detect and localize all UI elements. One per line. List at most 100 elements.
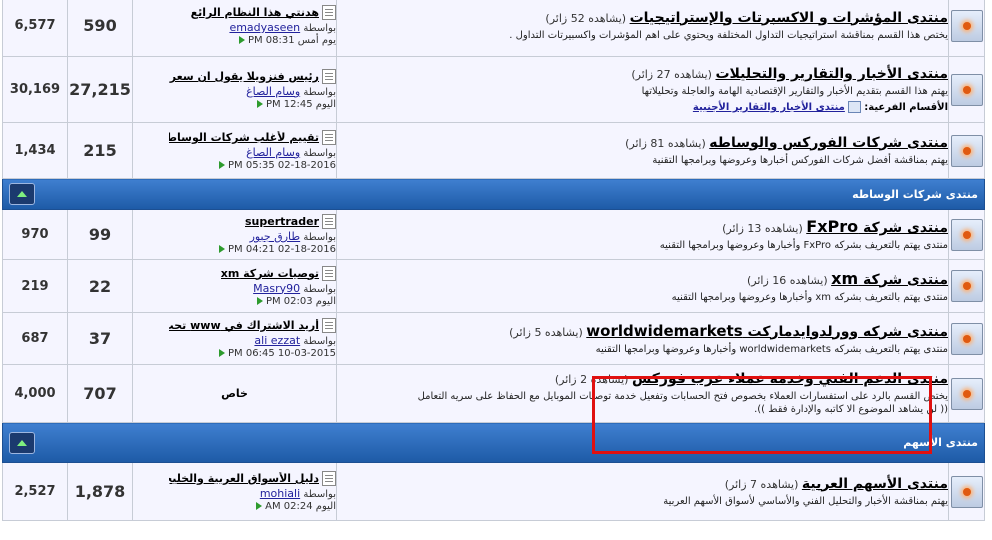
forum-title-brand: worldwidemarkets (586, 321, 743, 340)
category-title[interactable]: منتدى الأسهم (903, 436, 978, 449)
forum-status-cell (948, 312, 985, 365)
threads-count: 27,215 (67, 56, 133, 123)
forum-title-link[interactable]: منتدى المؤشرات و الاكسبرتات والإستراتيجي… (630, 10, 948, 26)
forum-new-posts-icon (950, 134, 983, 167)
forum-new-posts-icon (950, 270, 983, 302)
forum-info-cell: منتدى الأخبار والتقارير والتحليلات (يشاه… (336, 56, 949, 123)
forum-row: 687 37 أريد الاشتراك في www تحت... بواسط… (2, 312, 985, 365)
threads-count: 707 (67, 364, 133, 423)
go-to-last-post-icon[interactable] (256, 502, 263, 510)
posts-count: 970 (2, 209, 68, 260)
last-post-cell: دليل الأسواق العربية والخليجية بواسطة mo… (132, 462, 337, 521)
go-to-last-post-icon[interactable] (256, 296, 263, 305)
last-post-title-link[interactable]: توصيات شركة xm (221, 267, 319, 280)
last-post-title-link[interactable]: هدنتي هذا النظام الرائع (191, 6, 319, 19)
last-post-user-link[interactable]: وسام الصاغ (246, 146, 300, 159)
viewing-count: (يشاهده 2 زائر) (554, 373, 629, 386)
forum-row: 6,577 590 هدنتي هذا النظام الرائع بواسطة… (2, 0, 985, 57)
last-post-time: اليوم AM 02:24 (265, 501, 336, 512)
forum-title-link[interactable]: منتدى الأخبار والتقارير والتحليلات (715, 66, 948, 82)
forum-row: 970 99 supertrader بواسطة طارق جبور 02-1… (2, 209, 985, 260)
thread-icon (322, 265, 336, 281)
by-label: بواسطة (303, 283, 336, 295)
posts-count: 4,000 (2, 364, 68, 423)
forum-row: 30,169 27,215 رئيس فنزويلا يقول ان سعر..… (2, 56, 985, 123)
last-post-user-link[interactable]: emadyaseen (229, 21, 300, 34)
last-post-time: 10-03-2015 PM 06:45 (228, 348, 336, 359)
last-post-title-link[interactable]: رئيس فنزويلا يقول ان سعر... (169, 70, 319, 83)
subforum-icon (848, 101, 862, 113)
last-post-user-link[interactable]: Masry90 (253, 282, 300, 295)
last-post-time: اليوم PM 02:03 (265, 295, 336, 307)
by-label: بواسطة (303, 489, 336, 500)
forum-title-link[interactable]: منتدى شركة xm (831, 268, 948, 288)
forum-new-posts-icon (950, 322, 983, 355)
forum-info-cell: منتدى الدعم الفني وخدمة عملاء عرب فوركس … (336, 364, 949, 423)
by-label: بواسطة (303, 23, 336, 34)
threads-count: 99 (67, 209, 133, 260)
last-post-user-link[interactable]: وسام الصاغ (246, 85, 300, 98)
go-to-last-post-icon[interactable] (219, 161, 226, 169)
forum-status-cell (948, 462, 985, 521)
category-title[interactable]: منتدى شركات الوساطه (852, 188, 978, 201)
threads-count: 37 (67, 312, 133, 365)
viewing-count: (يشاهده 81 زائر) (625, 136, 706, 150)
threads-count: 590 (67, 0, 133, 57)
go-to-last-post-icon[interactable] (219, 245, 226, 253)
forum-description: يختص القسم بالرد على استفسارات العملاء ب… (417, 391, 948, 402)
forum-title-link[interactable]: منتدى شركات الفوركس والوساطه (709, 135, 948, 151)
last-post-title-link[interactable]: أريد الاشتراك في www تحت... (169, 319, 319, 332)
posts-count: 219 (2, 259, 68, 313)
forum-status-cell (948, 209, 985, 260)
forum-title-brand: FxPro (806, 217, 859, 236)
last-post-user-link[interactable]: mohiali (260, 487, 300, 500)
forum-title-brand: xm (831, 268, 859, 288)
viewing-count: (يشاهده 5 زائر) (509, 325, 583, 339)
last-post-time: اليوم PM 12:45 (265, 99, 336, 110)
forum-title-link[interactable]: منتدى الأسهم العربية (802, 476, 948, 492)
forum-new-posts-icon (950, 73, 983, 106)
forum-description: يهتم هذا القسم بتقديم الأخبار والتقارير … (641, 86, 948, 97)
posts-count: 6,577 (2, 0, 68, 57)
forum-description: منتدى يهتم بالتعريف بشركه xm وأخبارها وع… (671, 291, 948, 303)
category-header: منتدى الأسهم (2, 422, 985, 463)
last-post-user-link[interactable]: طارق جبور (250, 230, 301, 243)
thread-icon (322, 471, 336, 486)
threads-count: 22 (67, 259, 133, 313)
forum-row: 219 22 توصيات شركة xm بواسطة Masry90 الي… (2, 259, 985, 313)
forum-note: (( لن يشاهد الموضوع الا كاتبه والإدارة ف… (754, 404, 948, 415)
forum-status-cell (948, 56, 985, 123)
subforum-link[interactable]: منتدى الأخبار والتقارير الأجنبية (693, 102, 845, 113)
last-post-time: يوم أمس PM 08:31 (247, 35, 336, 46)
go-to-last-post-icon[interactable] (256, 100, 263, 108)
viewing-count: (يشاهده 7 زائر) (724, 477, 799, 491)
thread-icon (322, 318, 336, 333)
forum-title-link[interactable]: منتدى شركه وورلدوايدماركت worldwidemarke… (586, 321, 948, 340)
forum-description: يختص هذا القسم بمناقشة استراتيجيات التدا… (509, 29, 948, 41)
forum-title-prefix: منتدى شركه وورلدوايدماركت (747, 323, 948, 340)
collapse-category-button[interactable] (9, 183, 35, 205)
go-to-last-post-icon[interactable] (238, 36, 245, 44)
last-post-title-link[interactable]: supertrader (245, 215, 319, 228)
go-to-last-post-icon[interactable] (219, 349, 226, 357)
forum-title-link[interactable]: منتدى شركة FxPro (806, 217, 948, 236)
forum-status-cell (948, 364, 985, 423)
threads-count: 1,878 (67, 462, 133, 521)
thread-icon (322, 5, 336, 20)
last-post-user-link[interactable]: ali ezzat (254, 334, 300, 347)
last-post-title-link[interactable]: دليل الأسواق العربية والخليجية (169, 472, 319, 485)
last-post-cell: هدنتي هذا النظام الرائع بواسطة emadyasee… (132, 0, 337, 57)
forum-info-cell: منتدى المؤشرات و الاكسبرتات والإستراتيجي… (336, 0, 949, 57)
category-header: منتدى شركات الوساطه (2, 178, 985, 210)
forum-description: منتدى يهتم بالتعريف بشركه worldwidemarke… (595, 343, 948, 355)
forum-status-cell (948, 259, 985, 313)
forum-info-cell: منتدى الأسهم العربية (يشاهده 7 زائر) يهت… (336, 462, 949, 521)
forum-description: يهتم بمناقشة أفضل شركات الفوركس أخبارها … (652, 154, 948, 166)
last-post-title-link[interactable]: تقييم لأغلب شركات الوساطة (169, 131, 319, 144)
forum-title-link[interactable]: منتدى الدعم الفني وخدمة عملاء عرب فوركس (632, 371, 948, 387)
subforums: الأقسام الفرعية: منتدى الأخبار والتقارير… (337, 101, 948, 113)
last-post-time: 02-18-2016 PM 05:35 (228, 160, 336, 171)
by-label: بواسطة (303, 87, 336, 98)
by-label: بواسطة (303, 148, 336, 159)
collapse-category-button[interactable] (9, 431, 35, 454)
